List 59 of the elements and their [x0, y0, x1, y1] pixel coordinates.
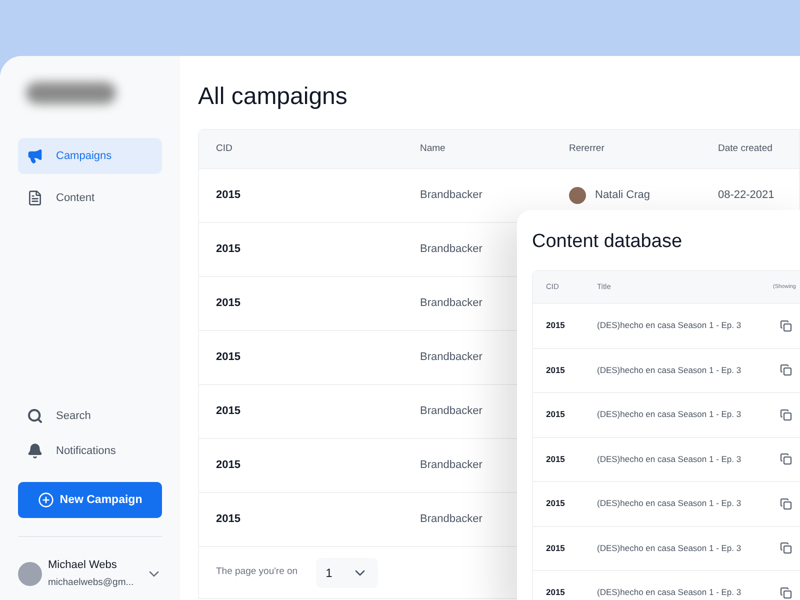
table-cell-text: (DES)hecho en casa Season 1 - Ep. 3 — [597, 497, 742, 510]
copy-icon[interactable] — [780, 364, 792, 376]
table-cell-text: Brandbacker — [420, 350, 482, 366]
nav-item[interactable]: Content — [18, 180, 162, 216]
nav-item[interactable]: Notifications — [18, 433, 162, 468]
table-cell-text: 2015 — [216, 188, 240, 204]
copy-icon[interactable] — [780, 320, 792, 332]
plus-circle-icon — [38, 492, 54, 508]
table-cell-text: Brandbacker — [420, 404, 482, 420]
table-cell-text: Brandbacker — [420, 242, 482, 258]
table-cell-text: 2015 — [546, 497, 566, 510]
copy-icon[interactable] — [780, 453, 792, 466]
document-icon — [27, 190, 43, 206]
table-cell-text: (DES)hecho en casa Season 1 - Ep. 3 — [597, 319, 742, 332]
copy-icon[interactable] — [780, 542, 792, 554]
search-icon — [27, 408, 43, 424]
page-title: All campaigns — [198, 82, 348, 112]
table-cell-text: (DES)hecho en casa Season 1 - Ep. 3 — [597, 542, 742, 555]
user-name: Michael Webs — [48, 558, 118, 574]
table-cell-text: (DES)hecho en casa Season 1 - Ep. 3 — [597, 408, 742, 422]
copy-icon[interactable] — [780, 408, 792, 421]
avatar — [569, 187, 586, 204]
table-cell-text: 08-22-2021 — [718, 188, 776, 204]
column-header: Rererrer — [569, 142, 606, 156]
table-cell-text: (DES)hecho en casa Season 1 - Ep. 3 — [597, 586, 742, 600]
panel-title: Content database — [532, 230, 684, 254]
nav-item[interactable]: Search — [18, 398, 162, 434]
table-cell-text: 2015 — [546, 408, 566, 422]
table-cell-text: (DES)hecho en casa Season 1 - Ep. 3 — [597, 452, 742, 466]
table-cell-text: 2015 — [546, 319, 566, 332]
column-header: Name — [420, 142, 446, 156]
page-dropdown[interactable]: 1 — [316, 558, 378, 588]
new-campaign-button[interactable]: New Campaign — [18, 482, 162, 518]
table-cell-text: 2015 — [216, 242, 240, 258]
table-cell-text: 2015 — [216, 458, 240, 474]
table-cell-text: Brandbacker — [420, 188, 482, 204]
table-cell-text: Natali Crag — [595, 188, 650, 204]
megaphone-icon — [27, 148, 43, 164]
table-cell-text: 2015 — [216, 404, 240, 420]
table-cell-text: 2015 — [216, 512, 240, 528]
bell-icon — [27, 442, 43, 459]
table-cell-text: Brandbacker — [420, 512, 482, 528]
pagination-label: The page you're on — [216, 565, 298, 580]
copy-icon[interactable] — [780, 586, 792, 599]
table-cell-text: 2015 — [216, 296, 240, 312]
column-header: Date created — [718, 142, 774, 156]
table-cell-text: 2015 — [546, 364, 566, 377]
nav-item[interactable]: Campaigns — [18, 138, 162, 174]
table-cell-text: 2015 — [546, 586, 566, 600]
table-cell-text: Brandbacker — [420, 296, 482, 312]
table-cell-text: 2015 — [546, 452, 566, 466]
table-cell-text: 2015 — [216, 350, 240, 366]
avatar — [18, 562, 42, 586]
table-cell-text: (DES)hecho en casa Season 1 - Ep. 3 — [597, 364, 742, 377]
column-header: CID — [216, 142, 234, 156]
copy-icon[interactable] — [780, 498, 792, 510]
table-cell-text: 2015 — [546, 542, 566, 555]
table-cell-text: Brandbacker — [420, 458, 482, 474]
user-email: michaelwebs@gm... — [48, 576, 134, 590]
